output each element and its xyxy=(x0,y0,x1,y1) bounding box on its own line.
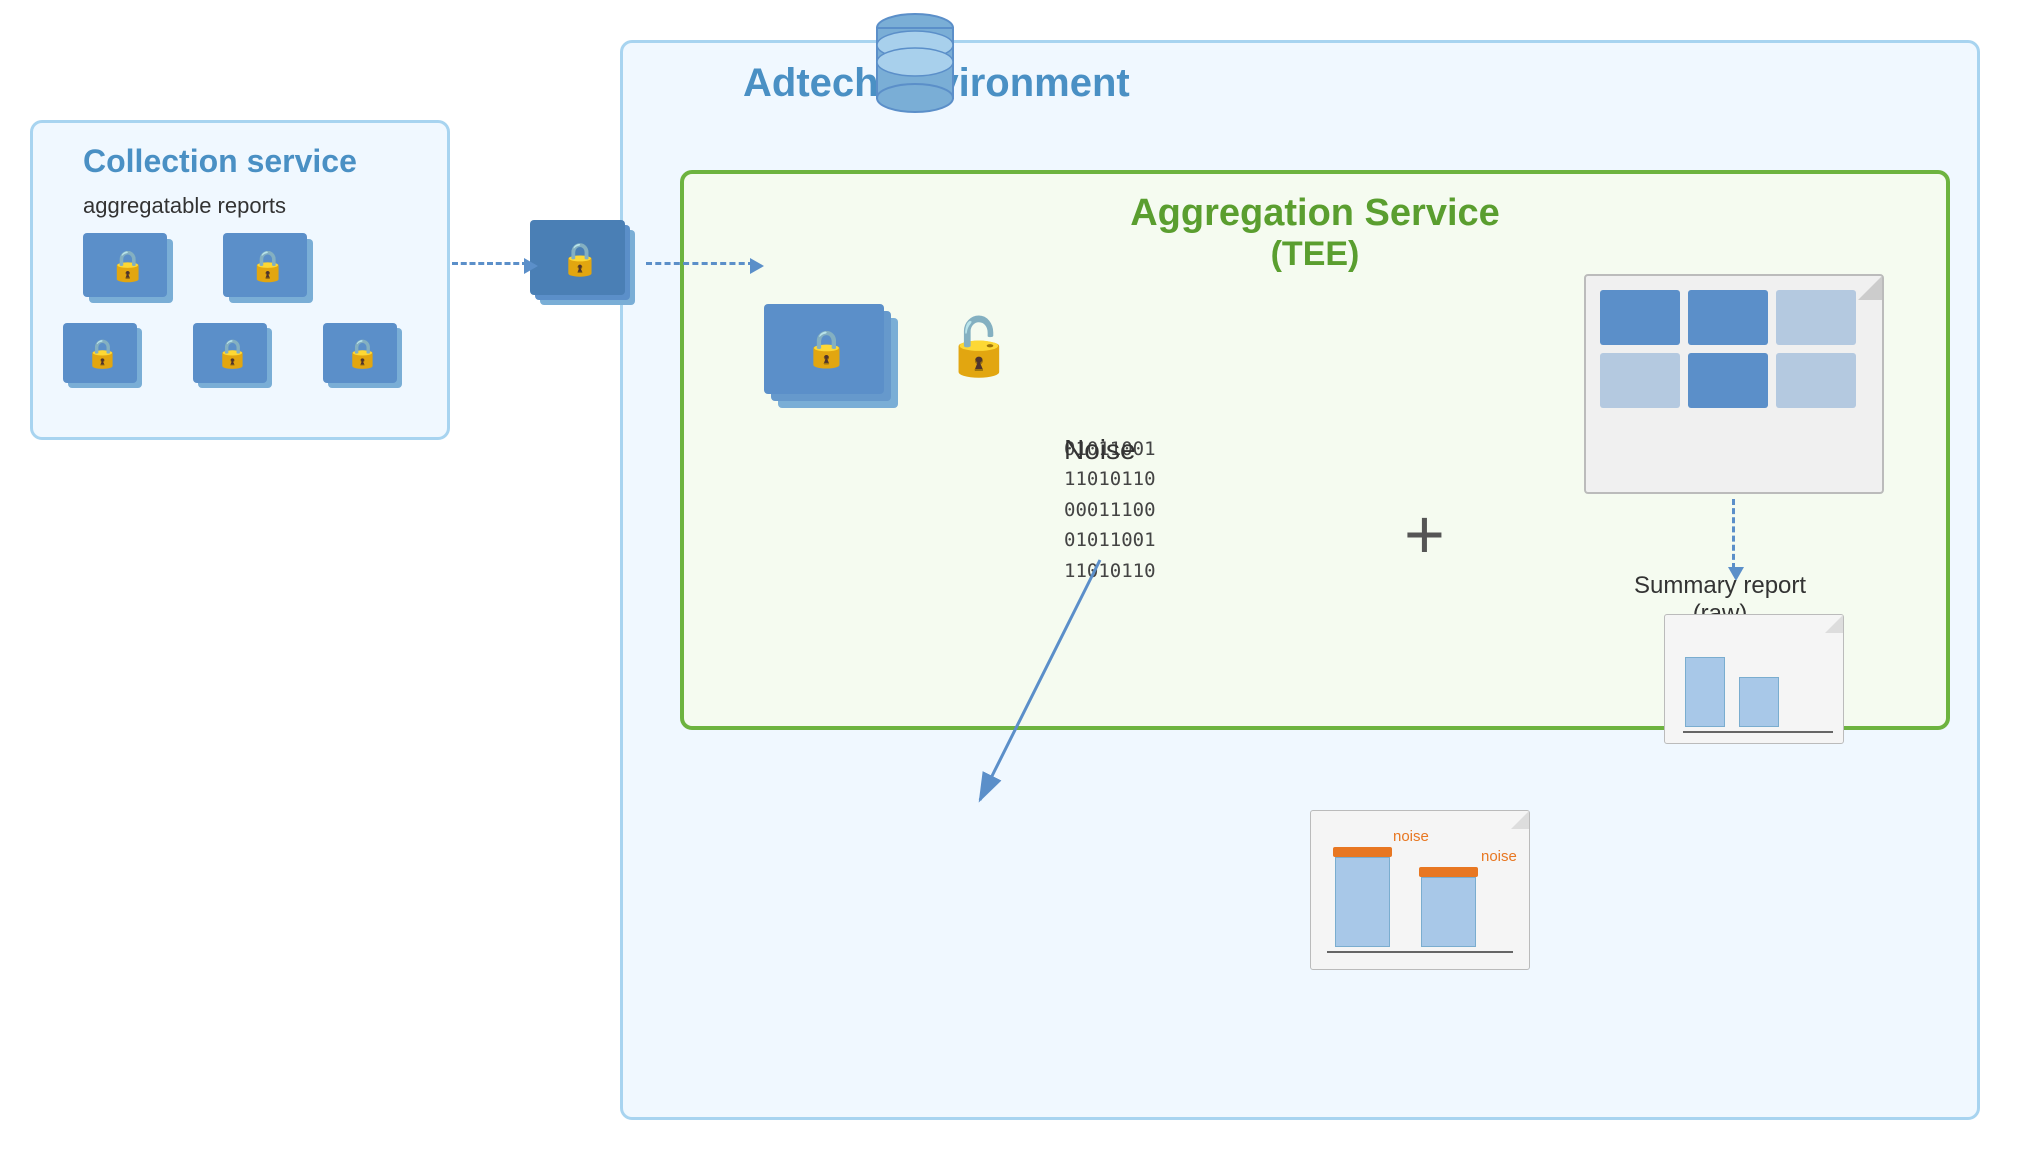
aggregatable-reports-label: aggregatable reports xyxy=(83,193,286,219)
plus-sign: + xyxy=(1404,494,1445,574)
diag-arrow-svg xyxy=(920,540,1170,840)
database-icon xyxy=(870,10,960,125)
summary-report-raw-paper xyxy=(1584,274,1884,494)
collection-service-box: Collection service aggregatable reports … xyxy=(30,120,450,440)
arrow-collection-to-batch xyxy=(452,262,528,265)
summary-final-section: Summary report (final, noised) noise noi… xyxy=(1100,810,1482,890)
aggregation-locked-docs: 🔒 xyxy=(764,304,904,414)
locked-doc-1: 🔒 xyxy=(83,233,173,303)
final-report-paper: noise noise xyxy=(1310,810,1530,970)
locked-doc-5: 🔒 xyxy=(323,323,403,388)
v-arrow-to-raw xyxy=(1732,499,1735,569)
locked-doc-3: 🔒 xyxy=(63,323,143,388)
collection-service-label: Collection service xyxy=(83,143,357,180)
aggregation-service-box: Aggregation Service (TEE) 🔒 🔓 xyxy=(680,170,1950,730)
diagram: Adtech environment Collection service ag… xyxy=(0,0,2032,1160)
unlocked-lock: 🔓 xyxy=(944,314,1014,380)
locked-doc-4: 🔒 xyxy=(193,323,273,388)
arrow-batch-to-aggregation xyxy=(646,262,754,265)
aggregation-service-label: Aggregation Service (TEE) xyxy=(684,192,1946,274)
raw-chart-paper xyxy=(1664,614,1844,744)
locked-doc-2: 🔒 xyxy=(223,233,313,303)
batched-docs: 🔒 xyxy=(530,220,640,305)
